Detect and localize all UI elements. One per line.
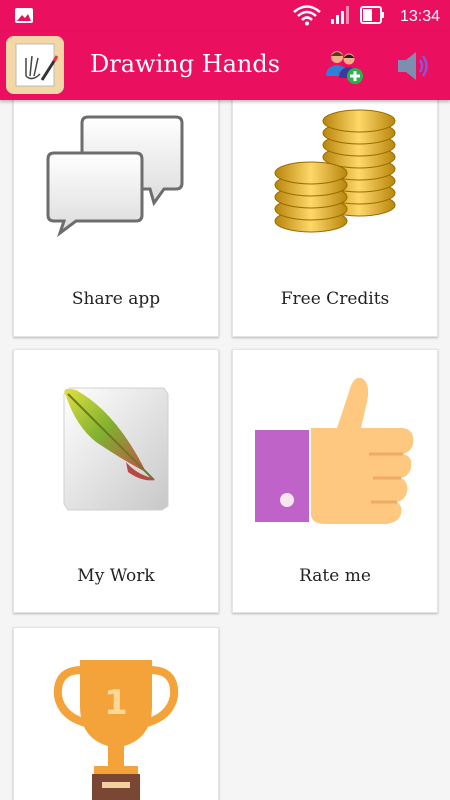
share-app-label: Share app [71, 289, 161, 309]
battery-icon [359, 6, 386, 28]
my-work-label: My Work [77, 566, 155, 586]
rate-me-label: Rate me [299, 566, 371, 586]
thumbs-up-icon [255, 377, 414, 524]
app-title: Drawing Hands [90, 50, 281, 78]
app-bar: Drawing Hands [0, 32, 450, 100]
share-users-button[interactable] [324, 46, 364, 86]
feather-icon [63, 387, 169, 511]
trophy-icon: 1 [53, 660, 179, 800]
free-credits-card[interactable]: Free Credits [232, 100, 438, 337]
rate-me-card[interactable]: Rate me [232, 349, 438, 613]
share-app-card[interactable]: Share app [13, 100, 219, 337]
svg-text:1: 1 [104, 683, 128, 723]
status-bar: 13:34 [0, 0, 450, 32]
chat-bubbles-icon [46, 115, 184, 238]
signal-icon [330, 5, 352, 29]
sound-icon [398, 52, 428, 80]
image-notification-icon [14, 7, 34, 28]
app-logo [6, 36, 64, 94]
gold-coins-icon [274, 109, 396, 233]
free-credits-label: Free Credits [280, 289, 390, 309]
wifi-icon [292, 4, 322, 30]
share-users-icon [326, 51, 363, 84]
trophy-card[interactable]: 1 [13, 627, 219, 800]
sound-button[interactable] [394, 48, 432, 84]
menu-grid: Share app Free Credits My Work Rate me 1 [0, 100, 450, 800]
my-work-card[interactable]: My Work [13, 349, 219, 613]
clock-time: 13:34 [399, 8, 440, 25]
